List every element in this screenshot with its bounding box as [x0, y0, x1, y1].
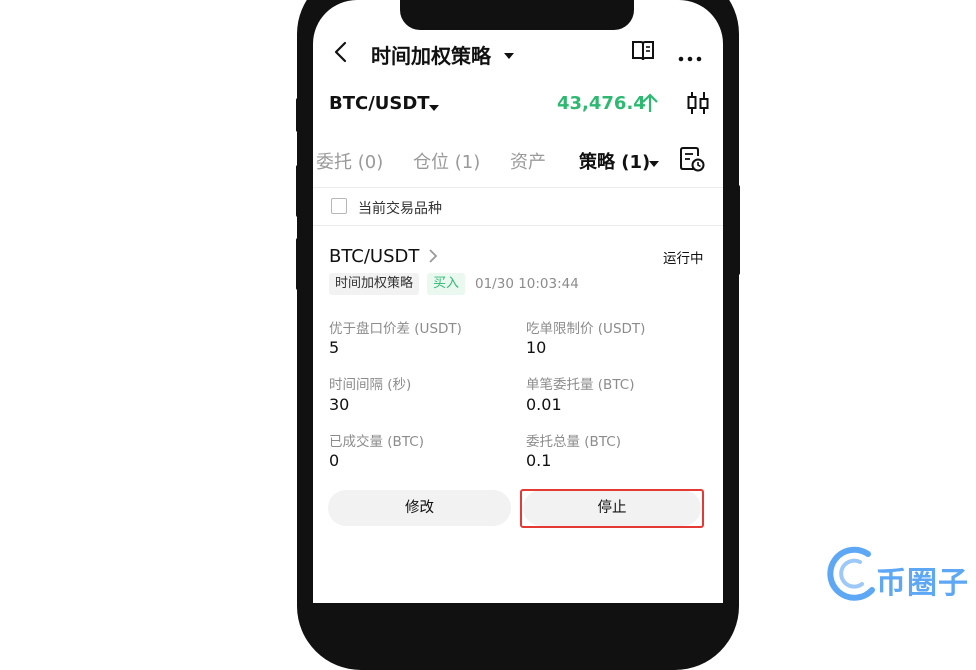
- history-icon[interactable]: [679, 145, 705, 173]
- phone-notch: [400, 0, 634, 30]
- field-value: 30: [329, 395, 350, 414]
- current-pair-label[interactable]: 当前交易品种: [358, 198, 442, 218]
- page-title[interactable]: 时间加权策略: [371, 40, 491, 69]
- field-value: 0.01: [526, 395, 562, 414]
- tab-dropdown-icon[interactable]: [648, 154, 660, 167]
- tab-orders[interactable]: 委托 (0): [316, 148, 383, 174]
- tab-strategy[interactable]: 策略 (1): [579, 148, 650, 174]
- strategy-pair[interactable]: BTC/USDT: [329, 246, 419, 267]
- phone-side-button: [296, 238, 302, 290]
- strategy-timestamp: 01/30 10:03:44: [475, 276, 579, 292]
- field-value: 5: [329, 338, 340, 357]
- current-pair-checkbox[interactable]: [331, 198, 347, 214]
- chevron-right-icon[interactable]: [427, 248, 439, 264]
- ticker-price: 43,476.4: [557, 93, 646, 114]
- book-icon[interactable]: [630, 39, 656, 63]
- side-tag: 买入: [427, 273, 466, 295]
- phone-side-button: [296, 165, 302, 217]
- field-value: 10: [526, 338, 547, 357]
- field-value: 0: [329, 451, 340, 470]
- phone-side-button: [296, 98, 302, 132]
- tab-positions[interactable]: 仓位 (1): [413, 148, 480, 174]
- candlestick-icon[interactable]: [686, 90, 710, 116]
- field-label: 吃单限制价 (USDT): [526, 321, 646, 337]
- more-icon[interactable]: [678, 48, 702, 62]
- field-label: 时间间隔 (秒): [329, 377, 412, 393]
- field-value: 0.1: [526, 451, 552, 470]
- tab-assets[interactable]: 资产: [510, 148, 546, 174]
- field-label: 委托总量 (BTC): [526, 434, 621, 450]
- stop-button-highlight: [520, 489, 704, 528]
- pair-dropdown-icon[interactable]: [428, 98, 440, 111]
- field-label: 单笔委托量 (BTC): [526, 377, 635, 393]
- ticker-pair[interactable]: BTC/USDT: [329, 93, 430, 114]
- divider: [313, 225, 723, 226]
- field-label: 优于盘口价差 (USDT): [329, 321, 462, 337]
- arrow-up-icon: [640, 92, 660, 114]
- watermark-logo-icon: [824, 546, 878, 602]
- phone-side-button: [734, 185, 740, 275]
- strategy-type-tag: 时间加权策略: [329, 273, 420, 295]
- divider: [313, 187, 723, 188]
- title-dropdown-icon[interactable]: [502, 46, 516, 59]
- field-label: 已成交量 (BTC): [329, 434, 424, 450]
- edit-button[interactable]: 修改: [328, 490, 511, 526]
- strategy-status: 运行中: [663, 251, 704, 267]
- watermark-text: 币圈子: [876, 566, 969, 601]
- back-icon[interactable]: [331, 40, 353, 64]
